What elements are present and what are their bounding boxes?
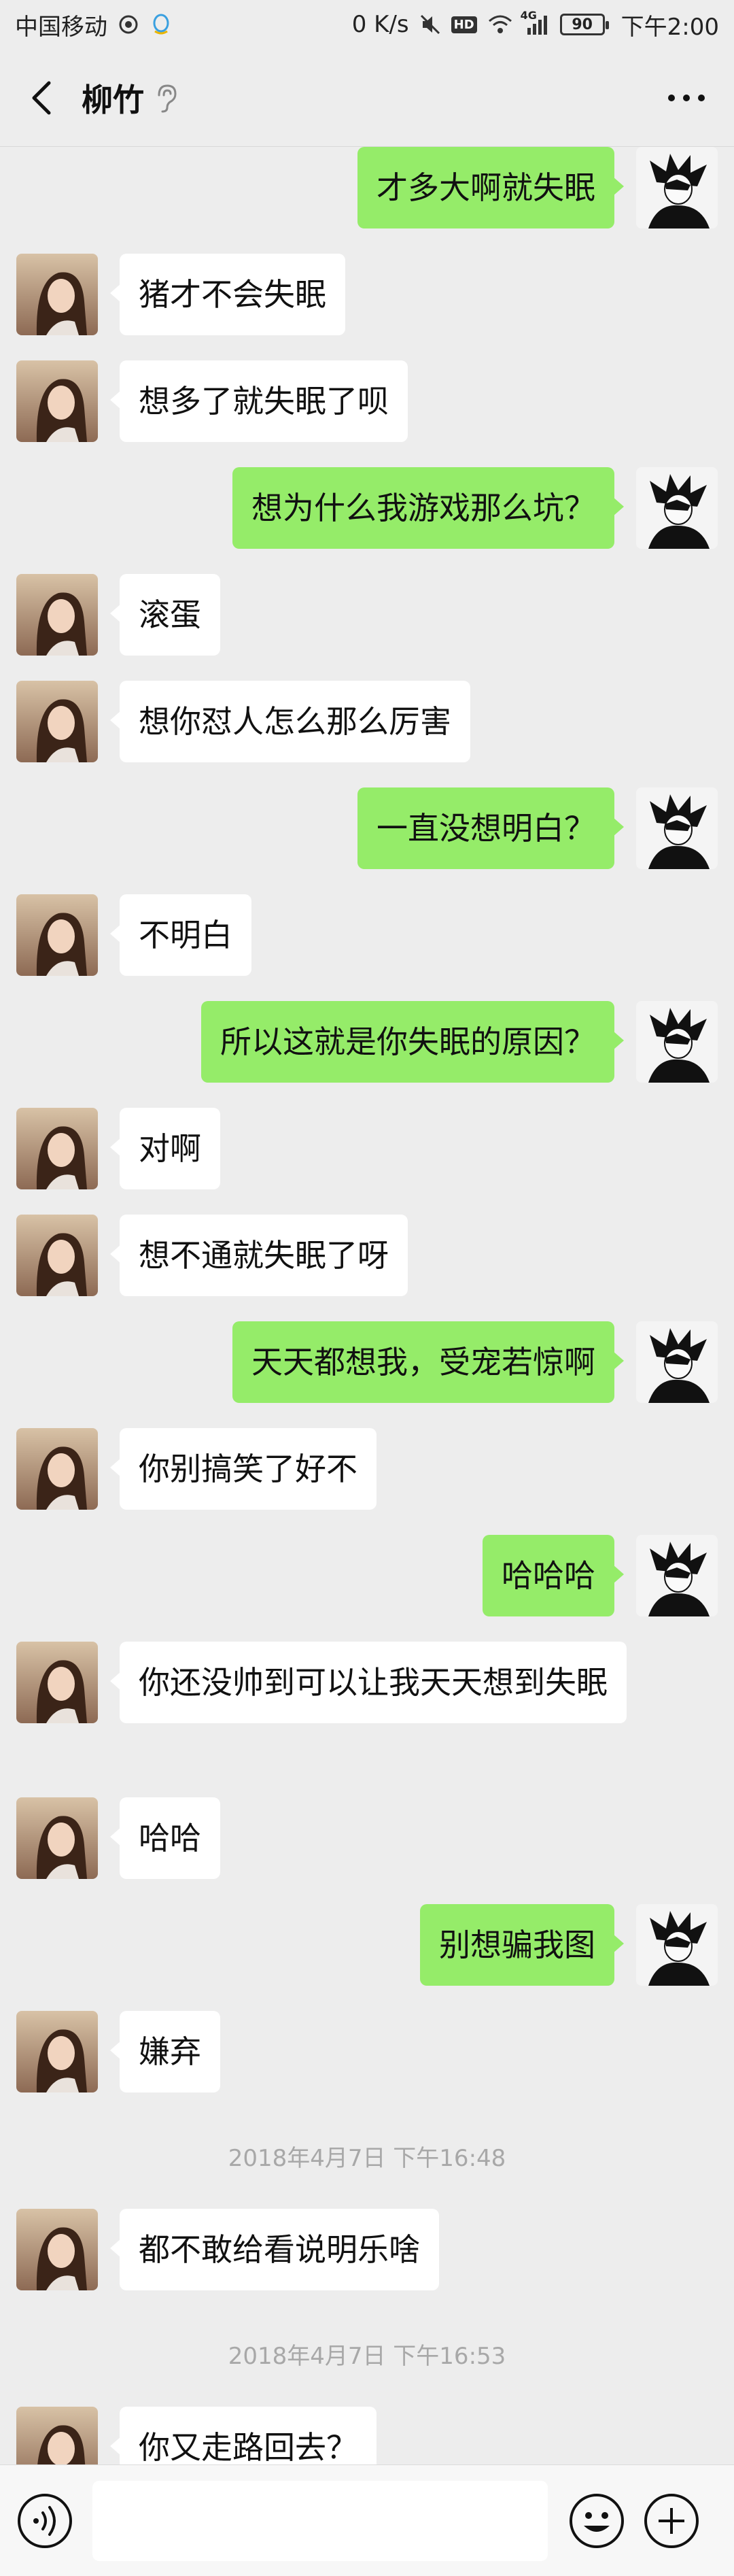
message-bubble[interactable]: 你又走路回去？	[110, 2407, 377, 2464]
contact-avatar[interactable]	[16, 2011, 98, 2092]
timestamp: 2018年4月7日 下午16:53	[228, 2343, 506, 2370]
message-bubble[interactable]: 不明白	[110, 894, 251, 976]
message-bubble[interactable]: 想多了就失眠了呗	[110, 360, 408, 442]
message-bubble[interactable]: 哈哈哈	[483, 1535, 624, 1616]
plus-icon	[644, 2493, 699, 2548]
message-input[interactable]	[92, 2480, 548, 2561]
my-avatar[interactable]	[636, 1321, 718, 1403]
contact-avatar[interactable]	[16, 1797, 98, 1879]
message-bubble[interactable]: 对啊	[110, 1108, 220, 1189]
chat-header: 柳竹	[0, 49, 734, 147]
message-bubble[interactable]: 才多大啊就失眠	[357, 147, 624, 228]
message-bubble[interactable]: 想为什么我游戏那么坑？	[232, 467, 624, 549]
wifi-icon	[487, 13, 514, 36]
contact-avatar[interactable]	[16, 894, 98, 976]
more-functions-button[interactable]	[639, 2488, 704, 2554]
clock: 下午2:00	[621, 13, 719, 41]
contact-avatar[interactable]	[16, 254, 98, 335]
back-button[interactable]	[0, 49, 82, 147]
battery-icon: 90	[559, 14, 609, 35]
message-bubble[interactable]: 滚蛋	[110, 574, 220, 656]
input-bar	[0, 2464, 734, 2576]
contact-avatar[interactable]	[16, 681, 98, 762]
message-bubble[interactable]: 你别搞笑了好不	[110, 1428, 377, 1510]
message-bubble[interactable]: 别想骗我图	[420, 1904, 624, 1986]
network-speed: 0 K/s	[351, 11, 409, 38]
voice-icon	[18, 2493, 72, 2548]
contact-avatar[interactable]	[16, 2209, 98, 2290]
message-bubble[interactable]: 嫌弃	[110, 2011, 220, 2092]
signal-icon: 4G	[521, 9, 550, 36]
contact-avatar[interactable]	[16, 1428, 98, 1510]
message-bubble[interactable]: 一直没想明白？	[357, 787, 624, 869]
my-avatar[interactable]	[636, 787, 718, 869]
my-avatar[interactable]	[636, 1904, 718, 1986]
message-bubble[interactable]: 都不敢给看说明乐啥	[110, 2209, 439, 2290]
message-list[interactable]: 才多大啊就失眠 猪才不会失眠 想多了就失眠了呗想为什么我游戏那么坑？ 滚蛋想你怼人怎么…	[0, 147, 734, 2464]
message-bubble[interactable]: 所以这就是你失眠的原因？	[201, 1001, 624, 1083]
my-avatar[interactable]	[636, 1001, 718, 1083]
contact-avatar[interactable]	[16, 574, 98, 656]
message-bubble[interactable]: 哈哈	[110, 1797, 220, 1879]
my-avatar[interactable]	[636, 147, 718, 228]
contact-avatar[interactable]	[16, 2407, 98, 2464]
mute-icon	[419, 13, 442, 36]
more-options-button[interactable]	[639, 49, 734, 147]
chevron-left-icon	[32, 81, 51, 114]
contact-avatar[interactable]	[16, 360, 98, 442]
timestamp: 2018年4月7日 下午16:48	[228, 2145, 506, 2172]
smiley-icon	[570, 2493, 624, 2548]
message-bubble[interactable]: 想你怼人怎么那么厉害	[110, 681, 470, 762]
more-dots-icon	[668, 94, 705, 101]
hd-badge: HD	[451, 16, 477, 33]
my-avatar[interactable]	[636, 1535, 718, 1616]
message-bubble[interactable]: 想不通就失眠了呀	[110, 1215, 408, 1296]
message-bubble[interactable]: 猪才不会失眠	[110, 254, 345, 335]
qq-icon	[150, 13, 173, 36]
signal-label: 4G	[520, 9, 537, 22]
ear-icon	[155, 83, 178, 113]
my-avatar[interactable]	[636, 467, 718, 549]
message-bubble[interactable]: 天天都想我，受宠若惊啊	[232, 1321, 624, 1403]
contact-avatar[interactable]	[16, 1642, 98, 1723]
carrier-label: 中国移动	[15, 13, 107, 41]
voice-button[interactable]	[12, 2488, 77, 2554]
status-bar: 中国移动 0 K/s HD 4G 90 下午2:00	[0, 0, 734, 49]
sync-icon	[117, 13, 140, 36]
contact-avatar[interactable]	[16, 1108, 98, 1189]
contact-avatar[interactable]	[16, 1215, 98, 1296]
chat-title: 柳竹	[82, 81, 144, 118]
emoji-button[interactable]	[564, 2488, 629, 2554]
message-bubble[interactable]: 你还没帅到可以让我天天想到失眠	[110, 1642, 627, 1723]
